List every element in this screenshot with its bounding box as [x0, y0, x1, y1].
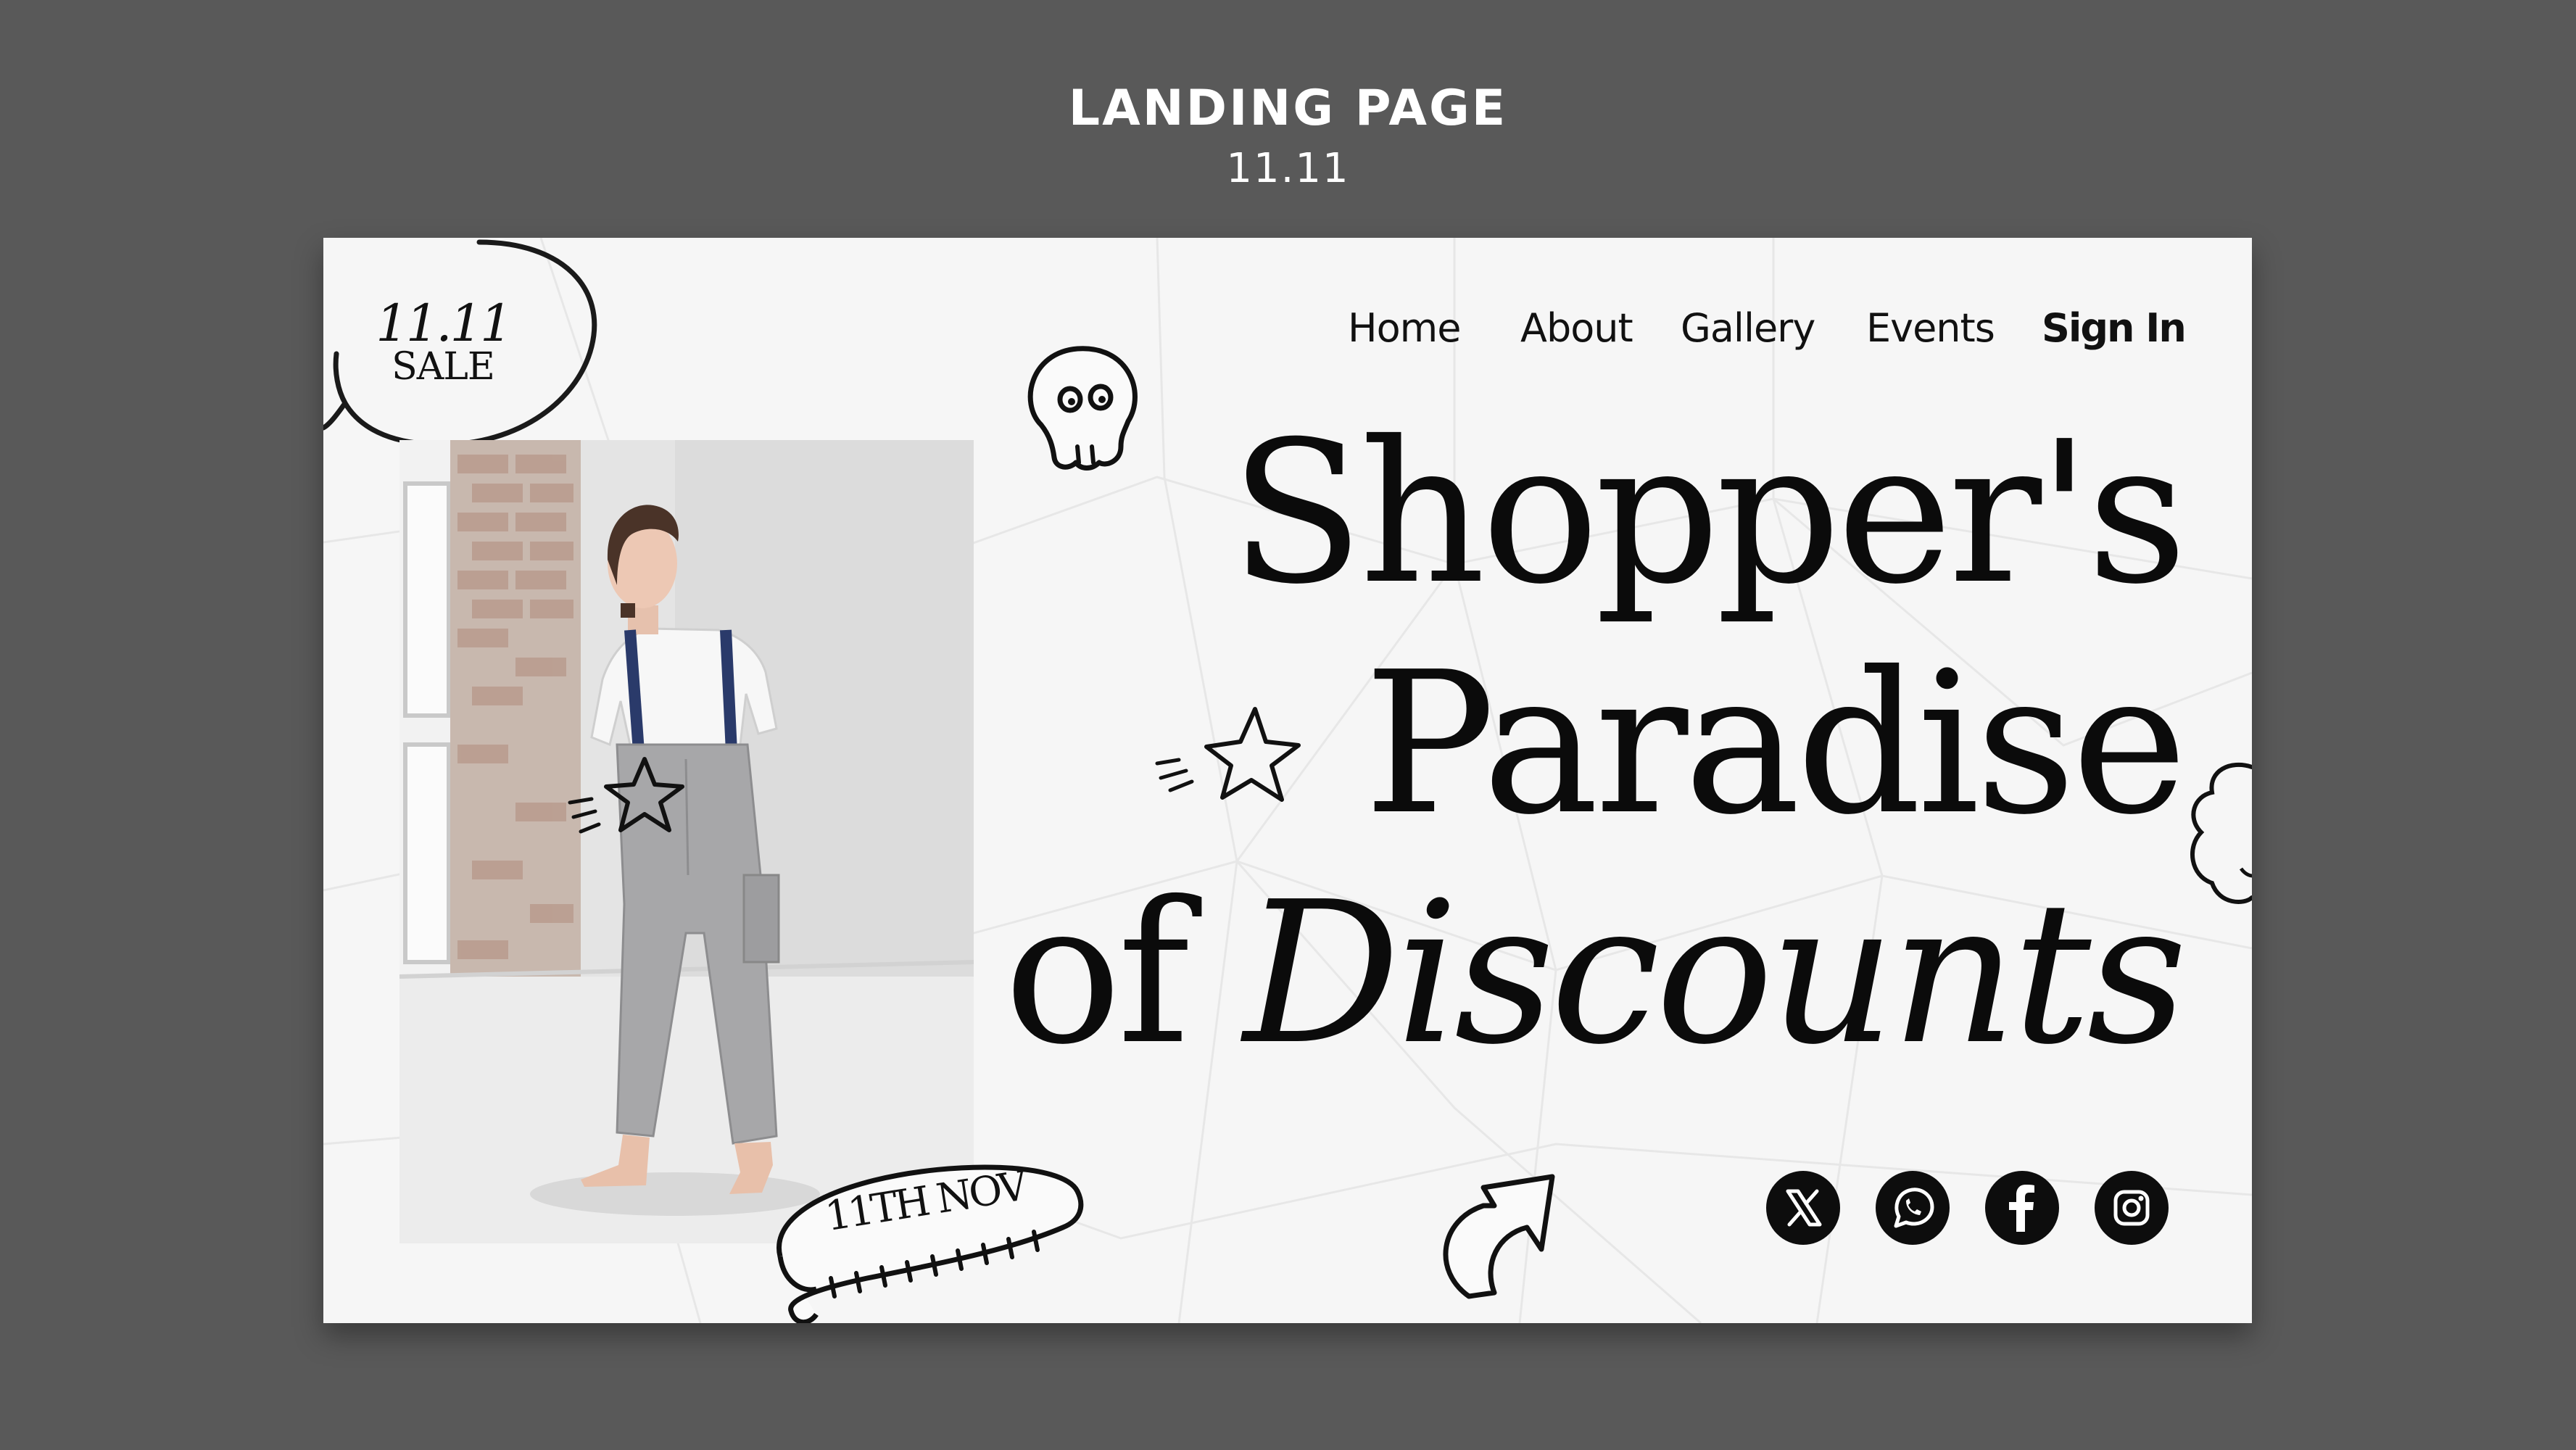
nav-item-gallery[interactable]: Gallery — [1681, 299, 1815, 357]
hero-line-2: Paradise — [1363, 629, 2187, 858]
page-header-subtitle: 11.11 — [1226, 145, 1350, 192]
nav-item-home[interactable]: Home — [1348, 299, 1461, 357]
nav-item-events[interactable]: Events — [1866, 299, 1995, 357]
nav-item-about[interactable]: About — [1520, 299, 1633, 357]
page-header-title: LANDING PAGE — [1068, 80, 1508, 137]
star-doodle-icon — [1155, 707, 1301, 802]
hero-line-3: of Discounts — [1003, 854, 2187, 1093]
hero-line-1: Shopper's — [1230, 399, 2187, 627]
cloud-doodle-icon — [2190, 762, 2252, 904]
skull-doodle-icon — [1027, 346, 1138, 471]
facebook-icon[interactable] — [1985, 1171, 2059, 1245]
landing-card: 11.11 SALE Home About Gallery Events Sig… — [323, 238, 2252, 1323]
whatsapp-icon[interactable] — [1876, 1171, 1950, 1245]
model-photo — [399, 440, 974, 1243]
hero-line-3-plain: of — [1003, 859, 1190, 1088]
x-icon[interactable] — [1766, 1171, 1840, 1245]
top-nav: Home About Gallery Events Sign In — [323, 299, 2252, 357]
sign-in-link[interactable]: Sign In — [2042, 299, 2187, 357]
hero-line-3-italic: Discounts — [1243, 859, 2187, 1088]
social-icons — [323, 1171, 2252, 1246]
instagram-icon[interactable] — [2095, 1171, 2169, 1245]
